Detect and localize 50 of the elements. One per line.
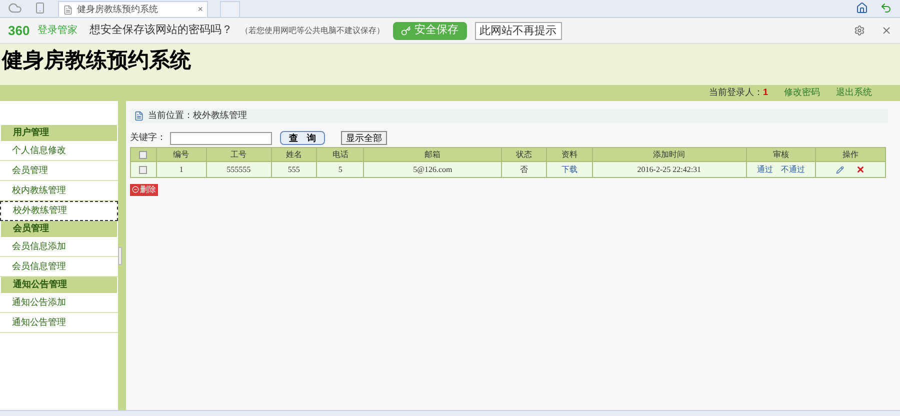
settings-icon[interactable] xyxy=(854,25,865,36)
page-icon xyxy=(63,4,73,14)
sidebar-group-header[interactable]: 通知公告管理 xyxy=(1,277,117,293)
table-cell: 555 xyxy=(271,162,317,178)
brand-name: 登录管家 xyxy=(38,24,78,38)
table-cell: 5@126.com xyxy=(364,162,502,178)
edit-icon[interactable] xyxy=(836,166,844,174)
system-title: 健身房教练预约系统 xyxy=(2,48,191,74)
table-cell: 2016-2-25 22:42:31 xyxy=(592,162,746,178)
tab-title: 健身房教练预约系统 xyxy=(77,2,159,16)
row-checkbox[interactable] xyxy=(139,166,148,174)
phone-icon[interactable] xyxy=(34,1,46,15)
minus-icon xyxy=(132,186,139,193)
table-cell: 否 xyxy=(501,162,547,178)
table-cell: 555555 xyxy=(206,162,272,178)
delete-button[interactable]: 删除 xyxy=(130,184,158,196)
keyword-label: 关键字： xyxy=(130,131,166,144)
header-link[interactable]: 修改密码 xyxy=(784,86,820,100)
keyword-field[interactable] xyxy=(170,132,272,144)
select-all-checkbox[interactable] xyxy=(139,150,148,158)
location-icon xyxy=(134,111,144,121)
password-question: 想安全保存该网站的密码吗？ xyxy=(90,22,233,38)
login-label: 当前登录人：1 xyxy=(708,86,768,100)
sidebar-group-header[interactable]: 用户管理 xyxy=(1,125,117,141)
password-hint: （若您使用网吧等公共电脑不建议保存） xyxy=(240,24,385,36)
cloud-icon[interactable] xyxy=(8,1,22,15)
review-link[interactable]: 不通过 xyxy=(780,164,805,176)
brand-logo: 360 xyxy=(8,22,30,40)
key-icon xyxy=(400,26,411,36)
column-header: 邮箱 xyxy=(364,148,502,162)
browser-tab[interactable]: 健身房教练预约系统 × xyxy=(58,1,208,17)
column-header: 工号 xyxy=(206,148,272,162)
close-icon[interactable] xyxy=(881,25,892,36)
back-arrow-icon[interactable] xyxy=(880,2,892,14)
dismiss-button[interactable]: 此网站不再提示 xyxy=(474,22,562,40)
breadcrumb: 当前位置：校外教练管理 xyxy=(148,109,247,122)
review-link[interactable]: 通过 xyxy=(756,164,773,176)
column-header: 审核 xyxy=(746,148,816,162)
delete-icon[interactable] xyxy=(856,165,866,174)
show-all-button[interactable]: 显示全部 xyxy=(341,131,387,145)
tab-close[interactable]: × xyxy=(198,2,203,16)
query-button[interactable]: 查 询 xyxy=(280,131,325,145)
column-header: 添加时间 xyxy=(592,148,746,162)
header-link[interactable]: 退出系统 xyxy=(836,86,872,100)
table-cell: 5 xyxy=(316,162,364,178)
download-link[interactable]: 下载 xyxy=(546,162,592,178)
table-cell: 1 xyxy=(156,162,206,178)
home-icon[interactable] xyxy=(856,2,868,14)
sidebar-group-header[interactable]: 会员管理 xyxy=(1,221,117,237)
column-header: 操作 xyxy=(816,148,886,162)
